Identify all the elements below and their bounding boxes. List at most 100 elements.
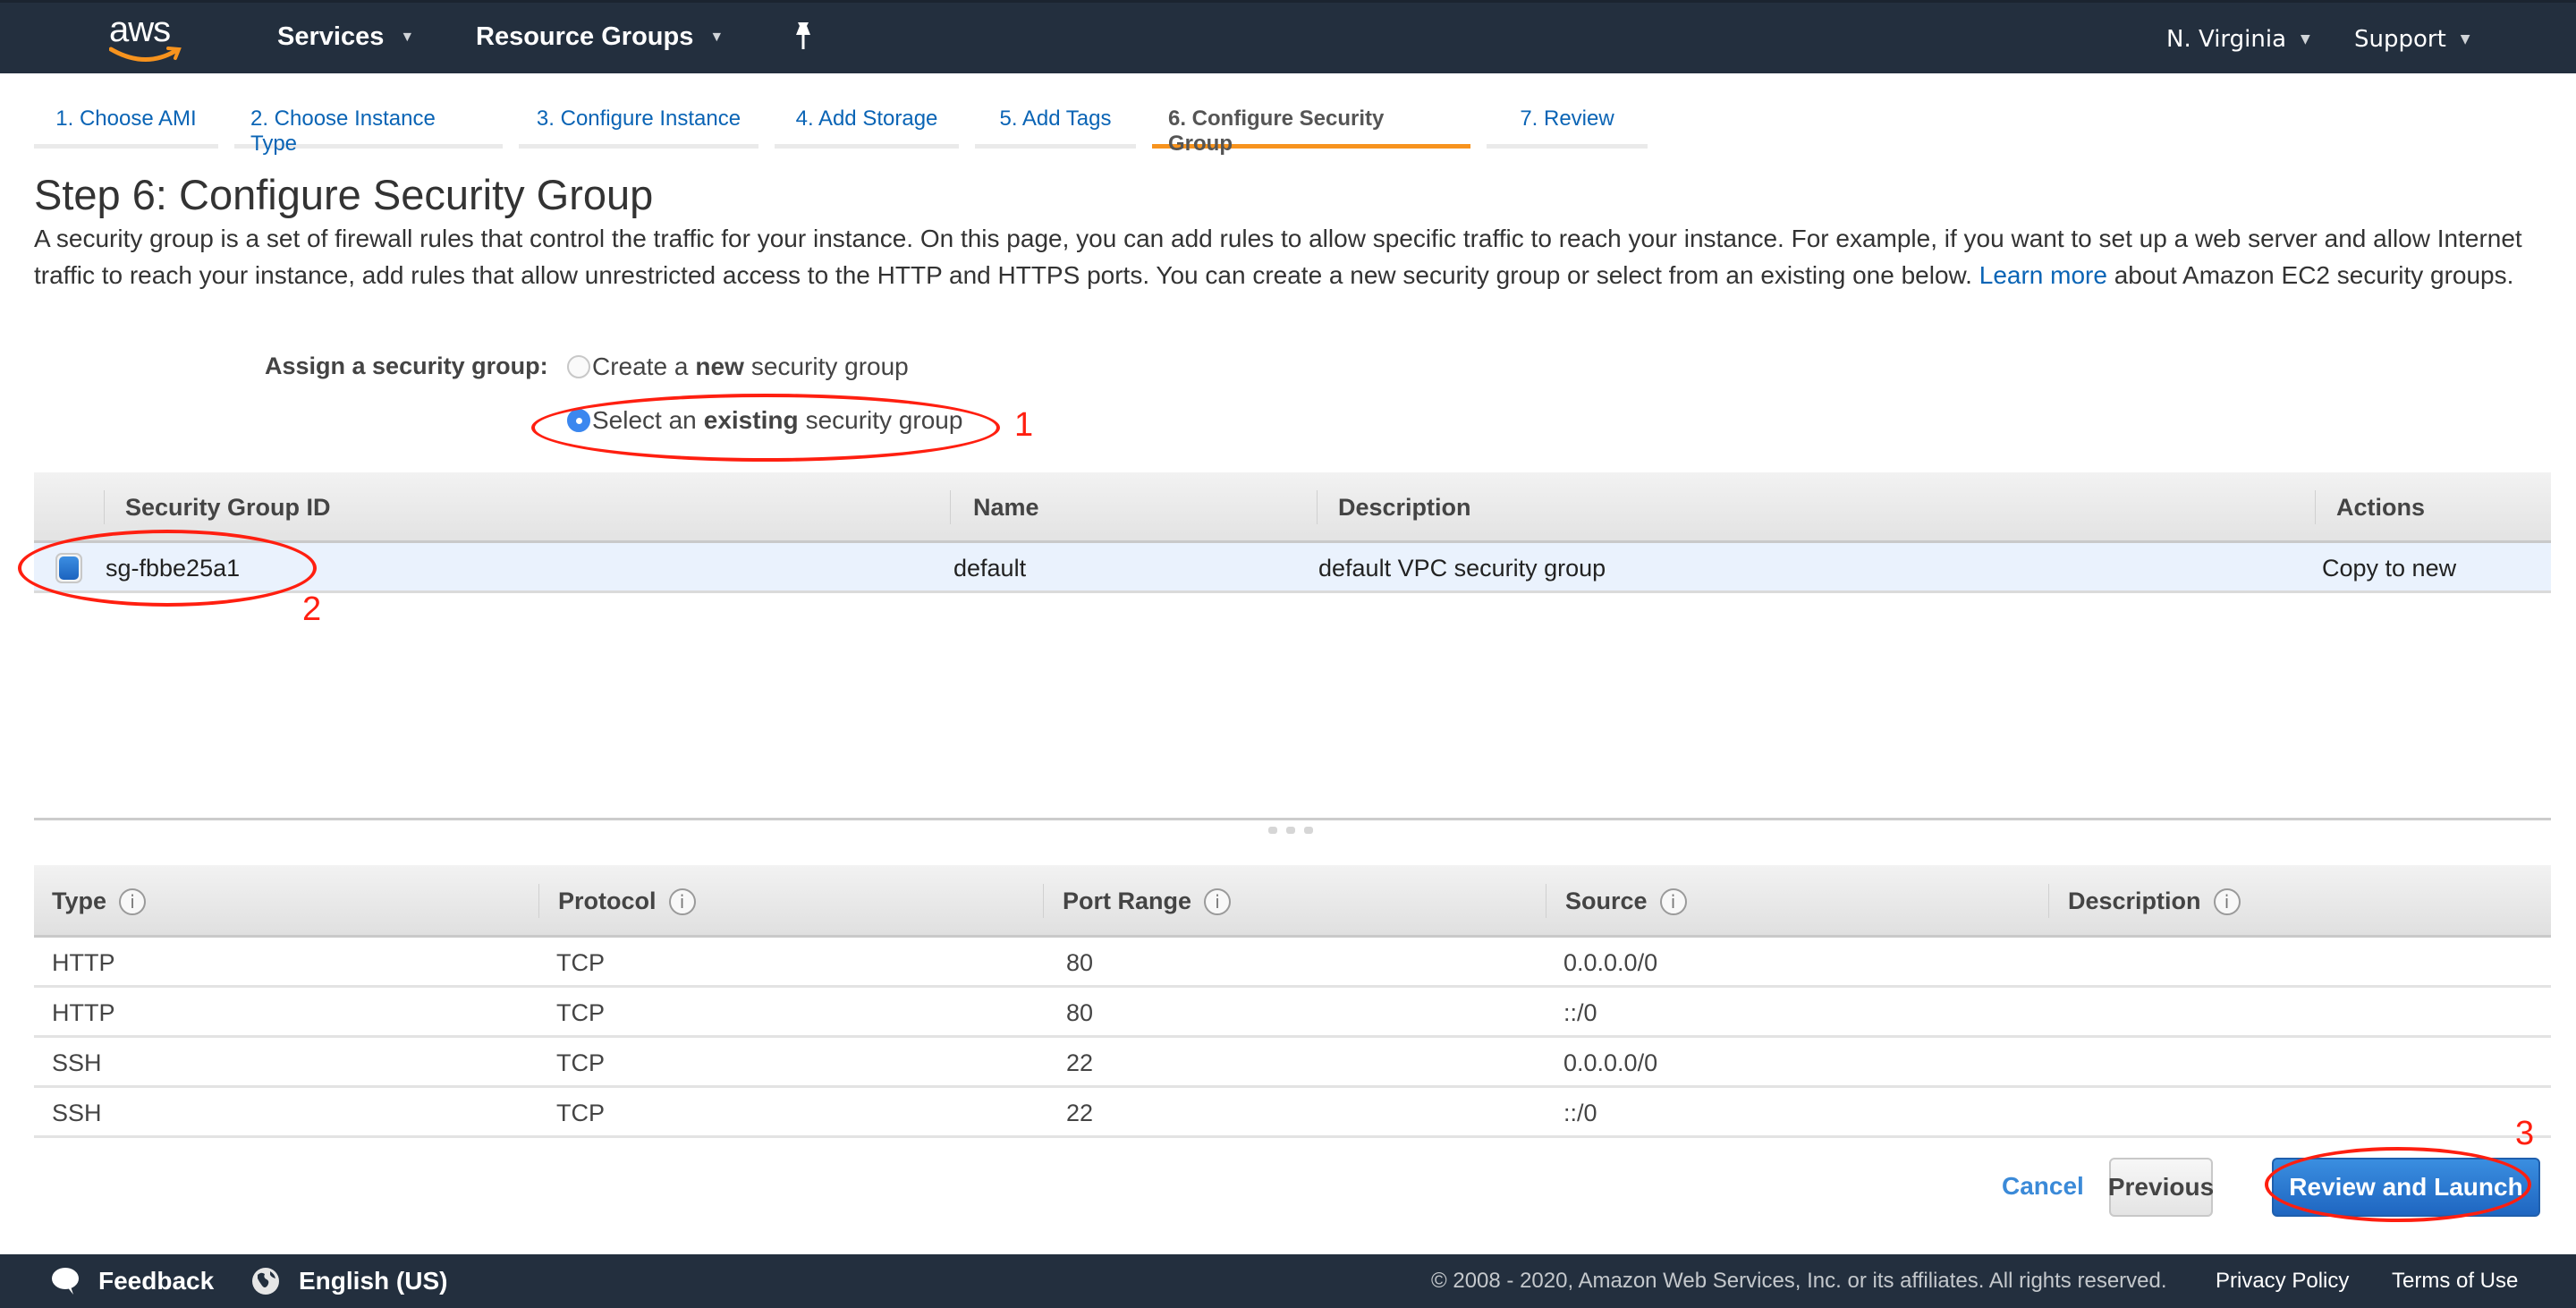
info-icon[interactable]: i bbox=[668, 888, 696, 915]
column-header-description[interactable]: Description bbox=[1338, 472, 1471, 543]
learn-more-link[interactable]: Learn more bbox=[1979, 261, 2107, 289]
chevron-down-icon: ▼ bbox=[400, 29, 415, 45]
rule-port-range: 80 bbox=[1066, 948, 1094, 976]
create-new-security-group-option[interactable]: Create a new security group bbox=[567, 352, 909, 381]
rule-protocol: TCP bbox=[556, 1099, 605, 1126]
copy-to-new-link[interactable]: Copy to new bbox=[2322, 543, 2456, 593]
checkbox[interactable] bbox=[55, 553, 82, 583]
aws-logo-text: aws bbox=[109, 10, 171, 49]
column-separator bbox=[2315, 490, 2316, 524]
column-header-name[interactable]: Name bbox=[973, 472, 1039, 543]
rule-protocol: TCP bbox=[556, 998, 605, 1026]
column-title: Source bbox=[1565, 888, 1648, 914]
tab-choose-ami[interactable]: 1. Choose AMI bbox=[34, 102, 218, 149]
terms-of-use-link[interactable]: Terms of Use bbox=[2392, 1254, 2518, 1308]
rule-type: HTTP bbox=[52, 998, 115, 1026]
info-icon[interactable]: i bbox=[1204, 888, 1232, 915]
tab-configure-security-group[interactable]: 6. Configure Security Group bbox=[1152, 102, 1470, 156]
radio-select-existing[interactable] bbox=[567, 409, 590, 432]
inbound-rules-table: Type i Protocol i Port Range i Source i Desc… bbox=[34, 865, 2551, 1138]
column-header-description: Description i bbox=[2068, 865, 2241, 938]
rule-port-range: 80 bbox=[1066, 998, 1094, 1026]
copyright-text: © 2008 - 2020, Amazon Web Services, Inc.… bbox=[1431, 1269, 2167, 1293]
table-row: SSH TCP 22 ::/0 bbox=[34, 1088, 2551, 1138]
column-separator bbox=[1043, 884, 1044, 918]
info-icon[interactable]: i bbox=[2213, 888, 2241, 915]
rule-protocol: TCP bbox=[556, 948, 605, 976]
radio-create-new[interactable] bbox=[567, 355, 590, 378]
column-separator bbox=[104, 490, 105, 524]
resource-groups-label: Resource Groups bbox=[476, 22, 694, 51]
speech-bubble-icon bbox=[52, 1268, 79, 1295]
pin-icon[interactable] bbox=[791, 21, 816, 60]
annotation-number-2: 2 bbox=[302, 590, 322, 628]
language-selector[interactable]: English (US) bbox=[250, 1254, 447, 1308]
chevron-down-icon: ▼ bbox=[2301, 32, 2310, 47]
aws-smile-icon bbox=[109, 47, 182, 62]
security-group-id: sg-fbbe25a1 bbox=[106, 554, 241, 582]
column-title: Description bbox=[2068, 888, 2201, 914]
column-separator bbox=[538, 884, 539, 918]
wizard-steps: 1. Choose AMI 2. Choose Instance Type 3.… bbox=[34, 102, 1664, 156]
resize-handle[interactable] bbox=[1268, 827, 1313, 834]
feedback-label: Feedback bbox=[98, 1267, 215, 1295]
previous-button[interactable]: Previous bbox=[2108, 1158, 2214, 1217]
column-header-security-group-id[interactable]: Security Group ID bbox=[125, 472, 331, 543]
aws-logo[interactable]: aws bbox=[106, 10, 186, 65]
pane-divider bbox=[34, 818, 2551, 820]
row-select-checkbox[interactable] bbox=[55, 543, 82, 593]
cancel-button[interactable]: Cancel bbox=[2002, 1172, 2084, 1201]
region-selector[interactable]: N. Virginia ▼ bbox=[2166, 26, 2310, 53]
assign-security-group-label: Assign a security group: bbox=[265, 352, 548, 379]
services-menu[interactable]: Services ▼ bbox=[277, 22, 414, 52]
table-header: Type i Protocol i Port Range i Source i Desc… bbox=[34, 865, 2551, 938]
rule-type: SSH bbox=[52, 1099, 102, 1126]
table-row[interactable]: sg-fbbe25a1 default default VPC security… bbox=[34, 543, 2551, 593]
rule-source: 0.0.0.0/0 bbox=[1563, 948, 1658, 976]
globe-icon bbox=[252, 1268, 279, 1295]
table-header: Security Group ID Name Description Actio… bbox=[34, 472, 2551, 543]
resource-groups-menu[interactable]: Resource Groups ▼ bbox=[476, 22, 724, 52]
rule-source: 0.0.0.0/0 bbox=[1563, 1049, 1658, 1076]
pushpin-icon bbox=[796, 22, 810, 49]
column-separator bbox=[2048, 884, 2049, 918]
column-title: Protocol bbox=[558, 888, 657, 914]
option-bold: existing bbox=[703, 406, 799, 434]
grip-dot bbox=[1304, 827, 1313, 834]
review-and-launch-button[interactable]: Review and Launch bbox=[2272, 1158, 2540, 1217]
option-suffix: security group bbox=[750, 352, 909, 380]
feedback-button[interactable]: Feedback bbox=[50, 1254, 214, 1308]
rule-port-range: 22 bbox=[1066, 1099, 1094, 1126]
info-icon[interactable]: i bbox=[1659, 888, 1687, 915]
column-header-port-range: Port Range i bbox=[1063, 865, 1232, 938]
tab-configure-instance[interactable]: 3. Configure Instance bbox=[519, 102, 758, 149]
select-existing-security-group-option[interactable]: Select an existing security group bbox=[567, 406, 962, 435]
intro-paragraph: A security group is a set of firewall ru… bbox=[34, 220, 2556, 293]
tab-add-storage[interactable]: 4. Add Storage bbox=[775, 102, 959, 149]
tab-review[interactable]: 7. Review bbox=[1487, 102, 1648, 149]
rule-source: ::/0 bbox=[1563, 998, 1597, 1026]
option-bold: new bbox=[695, 352, 744, 380]
security-groups-table: Security Group ID Name Description Actio… bbox=[34, 472, 2551, 593]
grip-dot bbox=[1286, 827, 1295, 834]
table-row: HTTP TCP 80 0.0.0.0/0 bbox=[34, 938, 2551, 988]
chevron-down-icon: ▼ bbox=[709, 29, 724, 45]
privacy-policy-link[interactable]: Privacy Policy bbox=[2216, 1254, 2349, 1308]
info-icon[interactable]: i bbox=[119, 888, 147, 915]
top-navigation-bar: aws Services ▼ Resource Groups ▼ N. Virg… bbox=[0, 0, 2576, 73]
rule-protocol: TCP bbox=[556, 1049, 605, 1076]
rule-type: SSH bbox=[52, 1049, 102, 1076]
support-label: Support bbox=[2354, 26, 2446, 53]
rule-type: HTTP bbox=[52, 948, 115, 976]
tab-choose-instance-type[interactable]: 2. Choose Instance Type bbox=[234, 102, 503, 156]
language-label: English (US) bbox=[299, 1267, 448, 1295]
column-separator bbox=[950, 490, 951, 524]
footer-bar: Feedback English (US) © 2008 - 2020, Ama… bbox=[0, 1254, 2576, 1308]
support-menu[interactable]: Support ▼ bbox=[2354, 26, 2470, 53]
tab-add-tags[interactable]: 5. Add Tags bbox=[975, 102, 1136, 149]
security-group-description: default VPC security group bbox=[1318, 554, 1606, 582]
option-prefix: Select an bbox=[592, 406, 697, 434]
security-group-name: default bbox=[953, 554, 1027, 582]
annotation-number-3: 3 bbox=[2515, 1115, 2535, 1152]
page-title: Step 6: Configure Security Group bbox=[34, 171, 654, 218]
